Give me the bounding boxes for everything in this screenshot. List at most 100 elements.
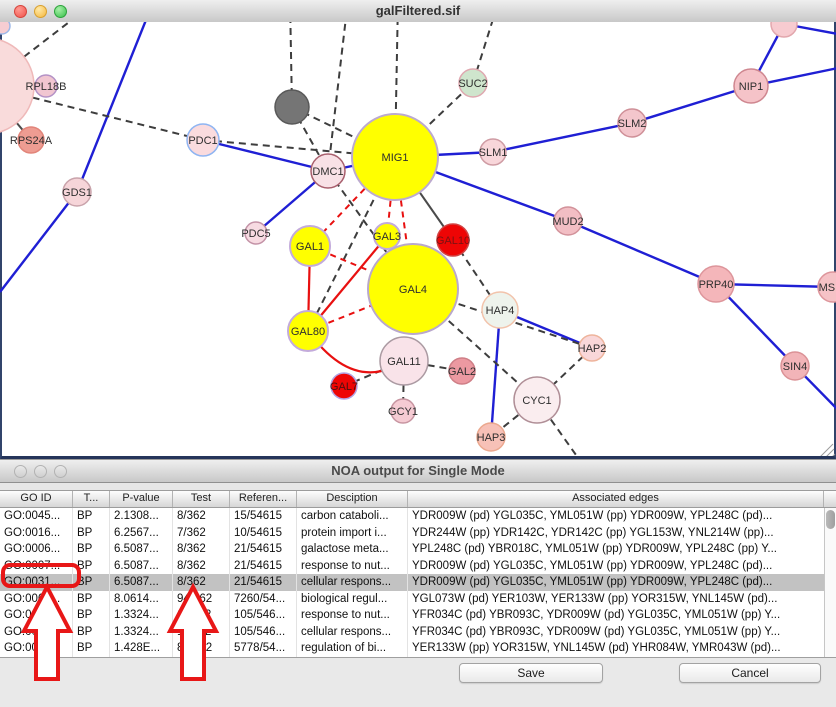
- network-edge: [491, 310, 500, 437]
- table-cell: YFR034C (pd) YBR093C, YDR009W (pd) YGL03…: [408, 624, 824, 641]
- node-label: MSL1: [819, 282, 836, 294]
- column-header-test[interactable]: Test: [173, 491, 230, 507]
- table-row[interactable]: GO:0065...BP8.0614...94/3627260/54...bio…: [0, 591, 836, 608]
- table-header: GO IDT...P-valueTestReferen...Desciption…: [0, 490, 836, 508]
- network-edge: [493, 123, 632, 152]
- table-cell: 5778/54...: [230, 640, 297, 657]
- table-row[interactable]: GO:0007...BP6.5087...8/36221/54615respon…: [0, 558, 836, 575]
- network-window-titlebar: galFiltered.sif: [0, 0, 836, 23]
- table-cell: regulation of bi...: [297, 640, 408, 657]
- table-cell: 6.5087...: [110, 558, 173, 575]
- node-label: SLM1: [479, 147, 508, 159]
- network-node[interactable]: [275, 90, 309, 124]
- network-canvas[interactable]: RPL18BRPS24AGDS1PDC1DMC1SUC2NIP1SLM2SLM1…: [0, 22, 836, 460]
- node-label: GAL2: [448, 366, 476, 378]
- window-title: NOA output for Single Mode: [0, 460, 836, 482]
- network-graph: RPL18BRPS24AGDS1PDC1DMC1SUC2NIP1SLM2SLM1…: [0, 22, 836, 456]
- table-cell: 7260/54...: [230, 591, 297, 608]
- noa-window-titlebar: NOA output for Single Mode: [0, 460, 836, 483]
- column-header-go-id[interactable]: GO ID: [0, 491, 73, 507]
- vertical-scrollbar[interactable]: [824, 508, 836, 657]
- node-label: GAL7: [330, 381, 358, 393]
- cancel-button[interactable]: Cancel: [679, 663, 821, 683]
- save-button[interactable]: Save: [459, 663, 603, 683]
- table-cell: YFR034C (pd) YBR093C, YDR009W (pd) YGL03…: [408, 607, 824, 624]
- table-cell: BP: [73, 624, 110, 641]
- table-cell: BP: [73, 574, 110, 591]
- table-cell: YPL248C (pd) YBR018C, YML051W (pp) YDR00…: [408, 541, 824, 558]
- table-row[interactable]: GO:0031...BP6.5087...8/36221/54615cellul…: [0, 574, 836, 591]
- node-label: HAP3: [477, 432, 506, 444]
- table-cell: GO:0031...: [0, 624, 73, 641]
- minimize-button[interactable]: [34, 5, 47, 18]
- network-edge: [77, 22, 146, 192]
- table-cell: biological regul...: [297, 591, 408, 608]
- resize-grip[interactable]: [820, 444, 835, 456]
- network-edge: [328, 22, 348, 171]
- table-cell: cellular respons...: [297, 574, 408, 591]
- table-row[interactable]: GO:0031...BP1.3324...11/362105/546...res…: [0, 607, 836, 624]
- zoom-button[interactable]: [54, 5, 67, 18]
- node-label: DMC1: [312, 166, 343, 178]
- table-cell: 21/54615: [230, 558, 297, 575]
- table-row[interactable]: GO:0031...BP1.3324...11/362105/546...cel…: [0, 624, 836, 641]
- node-label: GAL11: [387, 356, 420, 368]
- window-controls: [14, 465, 67, 478]
- table-cell: 1.3324...: [110, 624, 173, 641]
- node-label: PDC1: [188, 135, 217, 147]
- node-label: SUC2: [458, 78, 487, 90]
- table-row[interactable]: GO:0045...BP2.1308...8/36215/54615carbon…: [0, 508, 836, 525]
- table-row[interactable]: GO:0006...BP6.5087...8/36221/54615galact…: [0, 541, 836, 558]
- table-cell: cellular respons...: [297, 624, 408, 641]
- node-label: GAL1: [296, 241, 324, 253]
- scrollbar-thumb[interactable]: [826, 510, 835, 529]
- node-label: GAL4: [399, 284, 427, 296]
- table-cell: YDR009W (pd) YGL035C, YML051W (pp) YDR00…: [408, 558, 824, 575]
- table-cell: 105/546...: [230, 607, 297, 624]
- zoom-button[interactable]: [54, 465, 67, 478]
- table-cell: BP: [73, 607, 110, 624]
- node-label: GAL10: [436, 235, 470, 247]
- node-label: SIN4: [783, 361, 807, 373]
- table-cell: YER133W (pp) YOR315W, YNL145W (pd) YHR08…: [408, 640, 824, 657]
- table-cell: response to nut...: [297, 607, 408, 624]
- network-node[interactable]: [771, 22, 797, 37]
- node-label: GCY1: [388, 406, 418, 418]
- node-label: GDS1: [62, 187, 92, 199]
- table-cell: GO:0006...: [0, 541, 73, 558]
- table-cell: GO:0016...: [0, 525, 73, 542]
- minimize-button[interactable]: [34, 465, 47, 478]
- column-header-desciption[interactable]: Desciption: [297, 491, 408, 507]
- column-header-associated-edges[interactable]: Associated edges: [408, 491, 824, 507]
- noa-window: NOA output for Single Mode GO IDT...P-va…: [0, 460, 836, 704]
- table-row[interactable]: GO:0050...BP1.428E...80/3625778/54...reg…: [0, 640, 836, 657]
- table-cell: GO:0065...: [0, 591, 73, 608]
- table-cell: 8.0614...: [110, 591, 173, 608]
- table-cell: 11/362: [173, 607, 230, 624]
- node-label: HAP4: [486, 305, 515, 317]
- close-button[interactable]: [14, 465, 27, 478]
- table-cell: 11/362: [173, 624, 230, 641]
- table-cell: BP: [73, 640, 110, 657]
- table-row[interactable]: GO:0016...BP6.2567...7/36210/54615protei…: [0, 525, 836, 542]
- table-cell: galactose meta...: [297, 541, 408, 558]
- table-cell: BP: [73, 558, 110, 575]
- table-cell: BP: [73, 591, 110, 608]
- node-label: HAP2: [578, 343, 607, 355]
- table-cell: YDR009W (pd) YGL035C, YML051W (pp) YDR00…: [408, 574, 824, 591]
- close-button[interactable]: [14, 5, 27, 18]
- table-cell: GO:0050...: [0, 640, 73, 657]
- table-cell: 6.5087...: [110, 574, 173, 591]
- column-header-t-[interactable]: T...: [73, 491, 110, 507]
- column-header-referen-[interactable]: Referen...: [230, 491, 297, 507]
- node-label: GAL80: [291, 326, 325, 338]
- table-cell: 8/362: [173, 558, 230, 575]
- table-cell: protein import i...: [297, 525, 408, 542]
- table-cell: 1.3324...: [110, 607, 173, 624]
- table-cell: 105/546...: [230, 624, 297, 641]
- node-label: RPS24A: [10, 135, 53, 147]
- network-node[interactable]: [0, 22, 10, 34]
- column-header-p-value[interactable]: P-value: [110, 491, 173, 507]
- node-label: GAL3: [373, 231, 401, 243]
- table-cell: GO:0031...: [0, 574, 73, 591]
